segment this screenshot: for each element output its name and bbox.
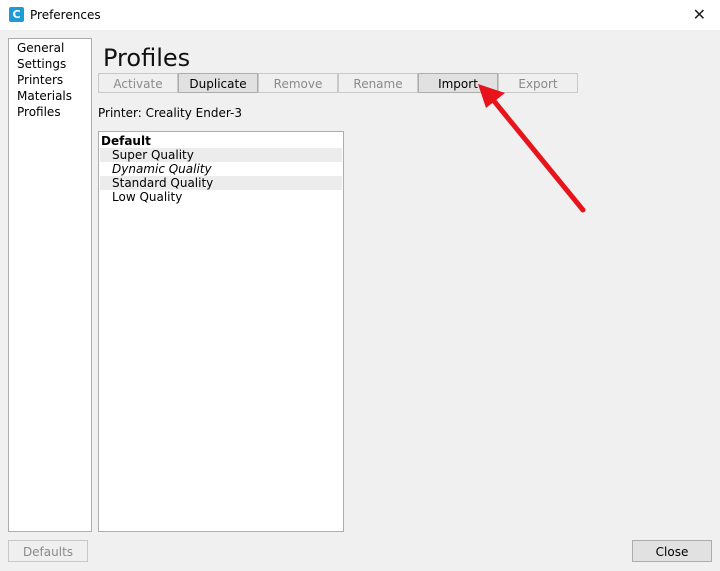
red-arrow-icon xyxy=(478,84,586,213)
